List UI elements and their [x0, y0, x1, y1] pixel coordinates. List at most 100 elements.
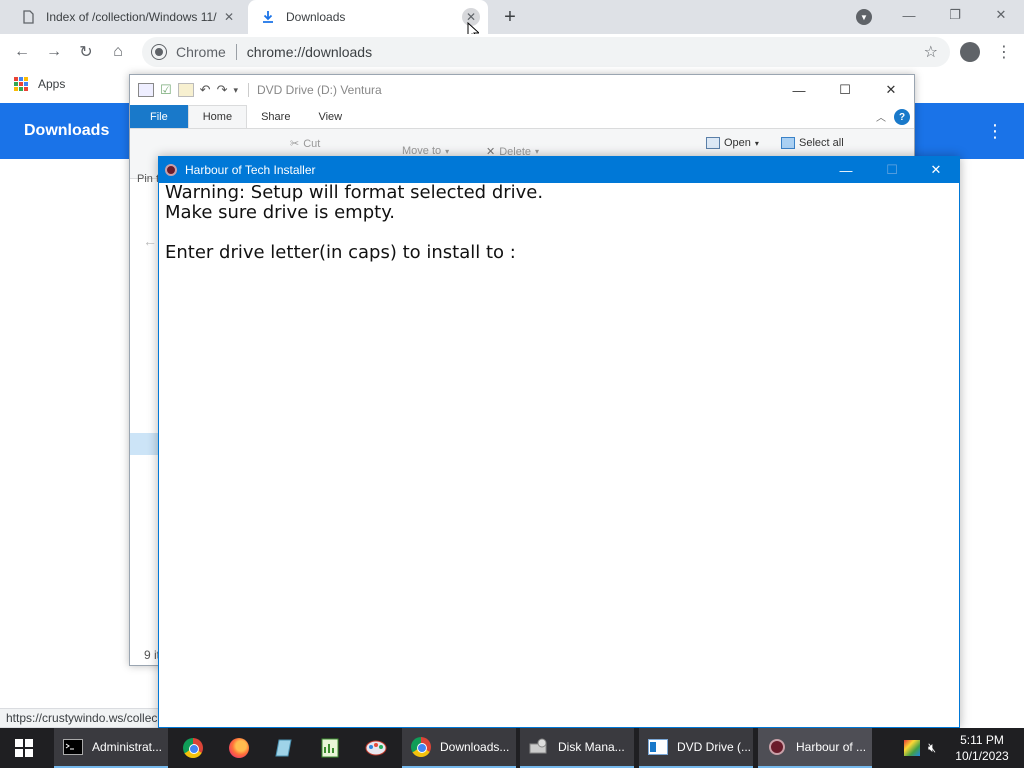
taskbar-label: Administrat...	[92, 740, 163, 754]
spreadsheet-icon[interactable]	[318, 736, 342, 760]
chrome-site-icon	[152, 45, 166, 59]
start-button[interactable]	[0, 728, 48, 768]
terminal-icon	[62, 736, 84, 758]
apps-link[interactable]: Apps	[38, 77, 65, 91]
collapse-ribbon-icon[interactable]: ︿	[876, 109, 886, 124]
app-icon	[165, 164, 177, 176]
dropdown-icon: ▾	[754, 138, 759, 148]
tab-file[interactable]: File	[130, 105, 188, 128]
profile-avatar[interactable]	[960, 42, 980, 62]
select-all-button[interactable]: Select all	[781, 137, 844, 149]
windows-logo-icon	[15, 739, 33, 757]
ribbon-tabs: File Home Share View ︿ ?	[130, 105, 914, 129]
selected-row[interactable]	[130, 433, 158, 455]
open-button[interactable]: Open ▾	[706, 137, 759, 149]
omnibox-divider	[235, 44, 237, 60]
qat-dropdown-icon[interactable]: ▾	[233, 85, 238, 96]
disk-management-icon	[528, 736, 550, 758]
clock-time: 5:11 PM	[960, 733, 1004, 747]
forward-icon[interactable]: →	[42, 40, 66, 64]
tab-index-collection[interactable]: Index of /collection/Windows 11/ ✕	[8, 0, 246, 34]
tab-home[interactable]: Home	[187, 105, 248, 128]
home-icon[interactable]: ⌂	[106, 40, 130, 64]
url-text[interactable]: chrome://downloads	[247, 44, 372, 60]
console-line	[165, 223, 953, 243]
minimize-icon[interactable]: —	[886, 0, 932, 30]
restore-icon[interactable]: ❐	[932, 0, 978, 30]
redo-icon[interactable]: ↷	[217, 82, 228, 98]
explorer-window-icon	[647, 736, 669, 758]
dropdown-icon: ▾	[445, 146, 450, 156]
minimize-icon[interactable]: —	[823, 157, 869, 183]
downloads-menu-icon[interactable]: ⋮	[986, 121, 1004, 142]
color-app-icon[interactable]	[904, 740, 920, 756]
page-icon	[20, 9, 36, 25]
taskbar-label: Harbour of ...	[796, 740, 867, 754]
bookmark-star-icon[interactable]: ☆	[924, 42, 938, 62]
taskbar-item-harbour-installer[interactable]: Harbour of ...	[758, 728, 872, 768]
system-tray: 🔇︎	[904, 728, 936, 768]
checkmark-icon[interactable]: ☑	[160, 82, 172, 98]
properties-icon[interactable]	[138, 83, 154, 97]
taskbar-item-chrome-downloads[interactable]: Downloads...	[402, 728, 516, 768]
status-bubble: https://crustywindo.ws/collec	[0, 708, 162, 728]
help-icon[interactable]: ?	[894, 109, 910, 125]
installer-title: Harbour of Tech Installer	[185, 163, 316, 177]
tab-title: Downloads	[286, 10, 346, 24]
more-menu-icon[interactable]: ⋮	[996, 42, 1012, 62]
close-tab-icon[interactable]: ✕	[220, 8, 238, 26]
close-icon[interactable]: ✕	[913, 157, 959, 183]
installer-app-icon	[766, 736, 788, 758]
open-label: Open	[724, 137, 751, 149]
quick-access-toolbar: ☑ ↶ ↷ ▾	[138, 82, 238, 98]
tab-strip: Index of /collection/Windows 11/ ✕ Downl…	[0, 0, 1024, 34]
tab-search-icon[interactable]: ▼	[856, 9, 872, 25]
chrome-icon[interactable]	[181, 736, 205, 760]
close-window-icon[interactable]: ✕	[978, 0, 1024, 30]
download-icon	[260, 9, 276, 25]
omnibox[interactable]: Chrome chrome://downloads ☆	[142, 37, 950, 67]
maximize-icon: ☐	[886, 162, 898, 177]
open-icon	[706, 137, 720, 149]
pin-label: Pin t	[137, 173, 160, 185]
reload-icon[interactable]: ↻	[74, 40, 98, 64]
tab-title: Index of /collection/Windows 11/	[46, 10, 217, 24]
volume-muted-icon[interactable]: 🔇︎	[928, 740, 936, 756]
maximize-icon[interactable]: ☐	[822, 75, 868, 105]
close-icon[interactable]: ✕	[868, 75, 914, 105]
plus-icon[interactable]: +	[498, 5, 522, 29]
cut-button[interactable]: ✂ Cut	[290, 137, 320, 151]
dropdown-icon: ▾	[535, 147, 540, 156]
tab-view[interactable]: View	[304, 105, 356, 128]
taskbar-label: Downloads...	[440, 740, 510, 754]
select-all-icon	[781, 137, 795, 149]
explorer-title-bar: ☑ ↶ ↷ ▾ DVD Drive (D:) Ventura — ☐ ✕	[130, 75, 914, 105]
taskbar-label: DVD Drive (...	[677, 740, 752, 754]
new-folder-icon[interactable]	[177, 83, 194, 97]
minimize-icon[interactable]: —	[776, 75, 822, 105]
back-icon[interactable]: ←	[143, 233, 157, 249]
select-all-label: Select all	[799, 137, 844, 149]
installer-window: Harbour of Tech Installer — ☐ ✕ Warning:…	[158, 156, 960, 728]
tab-downloads[interactable]: Downloads ✕	[248, 0, 488, 34]
page-title: Downloads	[24, 122, 110, 139]
firefox-icon[interactable]	[227, 736, 251, 760]
clock[interactable]: 5:11 PM 10/1/2023	[954, 732, 1010, 764]
tab-share[interactable]: Share	[247, 105, 304, 128]
chrome-icon	[410, 736, 432, 758]
console-output[interactable]: Warning: Setup will format selected driv…	[159, 183, 959, 263]
undo-icon[interactable]: ↶	[200, 82, 211, 98]
taskbar-item-disk-management[interactable]: Disk Mana...	[520, 728, 634, 768]
site-label: Chrome	[176, 44, 226, 60]
console-line: Warning: Setup will format selected driv…	[165, 182, 544, 203]
apps-grid-icon[interactable]	[14, 77, 28, 91]
console-line: Make sure drive is empty.	[165, 202, 396, 223]
console-prompt: Enter drive letter(in caps) to install t…	[165, 242, 516, 263]
installer-title-bar: Harbour of Tech Installer — ☐ ✕	[159, 157, 959, 183]
back-icon[interactable]: ←	[10, 40, 34, 64]
notepad-icon[interactable]	[272, 736, 296, 760]
taskbar: Administrat... Downloads... Disk Mana...…	[0, 728, 1024, 768]
paint-icon[interactable]	[364, 736, 388, 760]
taskbar-item-cmd[interactable]: Administrat...	[54, 728, 168, 768]
taskbar-item-dvd-drive[interactable]: DVD Drive (...	[639, 728, 753, 768]
